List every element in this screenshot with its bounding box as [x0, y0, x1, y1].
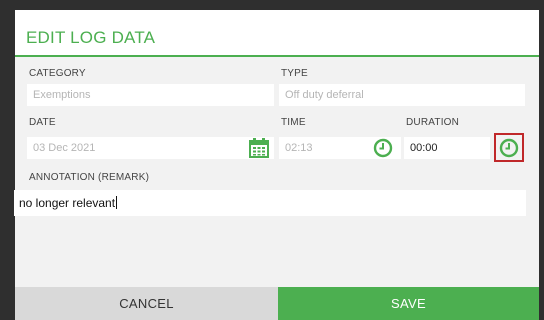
duration-value: 00:00	[410, 142, 438, 154]
window-frame-top	[0, 0, 544, 10]
annotation-input[interactable]: no longer relevant	[14, 190, 526, 216]
time-label: TIME	[281, 117, 306, 128]
window-frame-left	[0, 10, 15, 320]
type-label: TYPE	[281, 68, 308, 79]
window-frame-right	[539, 10, 544, 320]
date-field[interactable]: 03 Dec 2021	[27, 137, 274, 159]
clock-icon[interactable]	[499, 138, 519, 158]
dialog-header: EDIT LOG DATA	[15, 10, 539, 57]
type-field[interactable]: Off duty deferral	[279, 84, 525, 106]
time-value: 02:13	[285, 142, 313, 154]
dialog-title: EDIT LOG DATA	[26, 28, 156, 47]
text-caret	[116, 196, 118, 209]
date-label: DATE	[29, 117, 56, 128]
duration-label: DURATION	[406, 117, 460, 128]
duration-field[interactable]: 00:00	[404, 137, 490, 159]
category-field[interactable]: Exemptions	[27, 84, 274, 106]
cancel-button[interactable]: CANCEL	[15, 287, 278, 320]
date-value: 03 Dec 2021	[33, 142, 96, 154]
annotation-value: no longer relevant	[19, 196, 116, 210]
clock-icon[interactable]	[373, 138, 393, 158]
calendar-icon[interactable]	[249, 138, 269, 158]
category-label: CATEGORY	[29, 68, 86, 79]
annotation-label: ANNOTATION (REMARK)	[29, 172, 150, 183]
edit-log-dialog: EDIT LOG DATA	[15, 10, 539, 320]
save-button[interactable]: SAVE	[278, 287, 539, 320]
